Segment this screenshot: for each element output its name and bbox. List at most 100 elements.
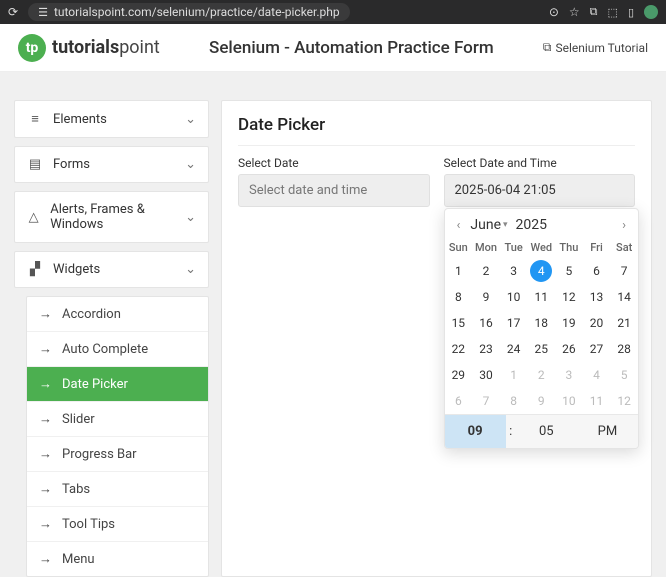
sidebar-item-label: Forms [53,157,90,172]
menu-icon[interactable]: ▯ [628,6,634,19]
submenu-datepicker[interactable]: →Date Picker [27,367,208,402]
ampm-cell[interactable]: PM [577,415,638,448]
chevron-down-icon: ⌄ [185,157,196,172]
url-bar[interactable]: ☰ tutorialspoint.com/selenium/practice/d… [28,3,350,21]
month-label: June [470,217,501,233]
calendar-day[interactable]: 17 [500,310,528,336]
day-of-week-header: Thu [555,237,583,258]
calendar-day[interactable]: 3 [500,258,528,284]
calendar-day: 8 [500,388,528,414]
calendar-day-selected[interactable]: 4 [527,258,555,284]
calendar-day[interactable]: 12 [555,284,583,310]
calendar-day[interactable]: 26 [555,336,583,362]
calendar-day[interactable]: 14 [610,284,638,310]
calendar-day[interactable]: 7 [610,258,638,284]
sidebar-item-alerts[interactable]: △ Alerts, Frames & Windows ⌄ [15,192,208,242]
arrow-right-icon: → [39,306,52,322]
sidebar-item-elements[interactable]: ≡ Elements ⌄ [15,101,208,137]
prev-month-button[interactable]: ‹ [451,218,467,233]
arrow-right-icon: → [39,516,52,532]
submenu-accordion[interactable]: →Accordion [27,297,208,332]
bookmark-icon[interactable]: ☆ [569,5,580,19]
reload-icon[interactable]: ⟳ [8,5,18,19]
year-selector[interactable]: 2025 [516,217,547,233]
arrow-right-icon: → [39,551,52,567]
calendar-day: 2 [527,362,555,388]
select-datetime-input[interactable]: 2025-06-04 21:05 [444,174,636,207]
arrow-right-icon: → [39,341,52,357]
submenu-label: Slider [62,412,95,427]
calendar-day[interactable]: 28 [610,336,638,362]
calendar-day[interactable]: 18 [527,310,555,336]
calendar-day[interactable]: 21 [610,310,638,336]
next-month-button[interactable]: › [616,218,632,233]
extensions-icon[interactable]: ⧉ [590,5,598,19]
day-of-week-header: Wed [527,237,555,258]
calendar-day[interactable]: 25 [527,336,555,362]
sidebar-item-label: Widgets [53,262,100,277]
calendar-day[interactable]: 19 [555,310,583,336]
calendar-day: 12 [610,388,638,414]
calendar-day[interactable]: 27 [583,336,611,362]
calendar-day[interactable]: 20 [583,310,611,336]
calendar-day: 6 [445,388,473,414]
calendar-day: 11 [583,388,611,414]
url-text: tutorialspoint.com/selenium/practice/dat… [54,5,340,19]
calendar-day[interactable]: 23 [472,336,500,362]
calendar-day[interactable]: 13 [583,284,611,310]
submenu-tabs[interactable]: →Tabs [27,472,208,507]
calendar-day[interactable]: 8 [445,284,473,310]
select-date-input[interactable]: Select date and time [238,174,430,207]
submenu-autocomplete[interactable]: → Auto Complete [27,332,208,367]
submenu-label: Progress Bar [62,447,137,462]
time-separator: : [506,415,516,448]
day-of-week-header: Sat [610,237,638,258]
hour-cell[interactable]: 09 [445,415,506,448]
submenu-tooltips[interactable]: →Tool Tips [27,507,208,542]
calendar-day[interactable]: 11 [527,284,555,310]
sidebar: ≡ Elements ⌄ ▤ Forms ⌄ △ Alerts, Frames … [14,100,209,577]
tutorial-link[interactable]: ⧉ Selenium Tutorial [543,40,648,55]
calendar-day: 7 [472,388,500,414]
submenu-slider[interactable]: → Slider [27,402,208,437]
site-logo[interactable]: tutorialspoint [18,34,160,62]
calendar-day[interactable]: 22 [445,336,473,362]
calendar-day[interactable]: 1 [445,258,473,284]
calendar-day[interactable]: 5 [555,258,583,284]
chevron-down-icon: ⌄ [185,262,196,277]
calendar-day[interactable]: 30 [472,362,500,388]
calendar-day[interactable]: 24 [500,336,528,362]
sidebar-item-forms[interactable]: ▤ Forms ⌄ [15,147,208,182]
page-title: Selenium - Automation Practice Form [209,38,494,58]
calendar-day[interactable]: 10 [500,284,528,310]
submenu-label: Auto Complete [62,342,148,357]
calendar-day[interactable]: 29 [445,362,473,388]
submenu-progressbar[interactable]: → Progress Bar [27,437,208,472]
arrow-right-icon: → [39,411,52,427]
profile-avatar[interactable] [644,5,658,19]
submenu-menu[interactable]: → Menu [27,542,208,576]
chevron-down-icon: ⌄ [185,210,196,225]
calendar-day[interactable]: 9 [472,284,500,310]
calendar-day[interactable]: 2 [472,258,500,284]
download-icon[interactable]: ⬚ [608,6,618,19]
bell-icon: △ [27,210,40,225]
calendar-day: 1 [500,362,528,388]
month-selector[interactable]: June ▾ [470,217,507,233]
sidebar-item-widgets[interactable]: ▞ Widgets ⌄ [15,252,208,287]
site-header: tutorialspoint Selenium - Automation Pra… [0,24,666,72]
calendar-day[interactable]: 15 [445,310,473,336]
main-panel: Date Picker Select Date Select date and … [221,100,652,577]
calendar-grid: SunMonTueWedThuFriSat1234567891011121314… [445,237,639,414]
chevron-down-icon: ▾ [503,220,508,230]
calendar-day[interactable]: 6 [583,258,611,284]
calendar-day[interactable]: 16 [472,310,500,336]
day-of-week-header: Mon [472,237,500,258]
arrow-right-icon: → [39,376,52,392]
search-icon[interactable]: ⊙ [549,5,559,19]
day-of-week-header: Tue [500,237,528,258]
arrow-right-icon: → [39,446,52,462]
calendar-day: 5 [610,362,638,388]
minute-cell[interactable]: 05 [516,415,577,448]
submenu-label: Menu [62,552,95,567]
